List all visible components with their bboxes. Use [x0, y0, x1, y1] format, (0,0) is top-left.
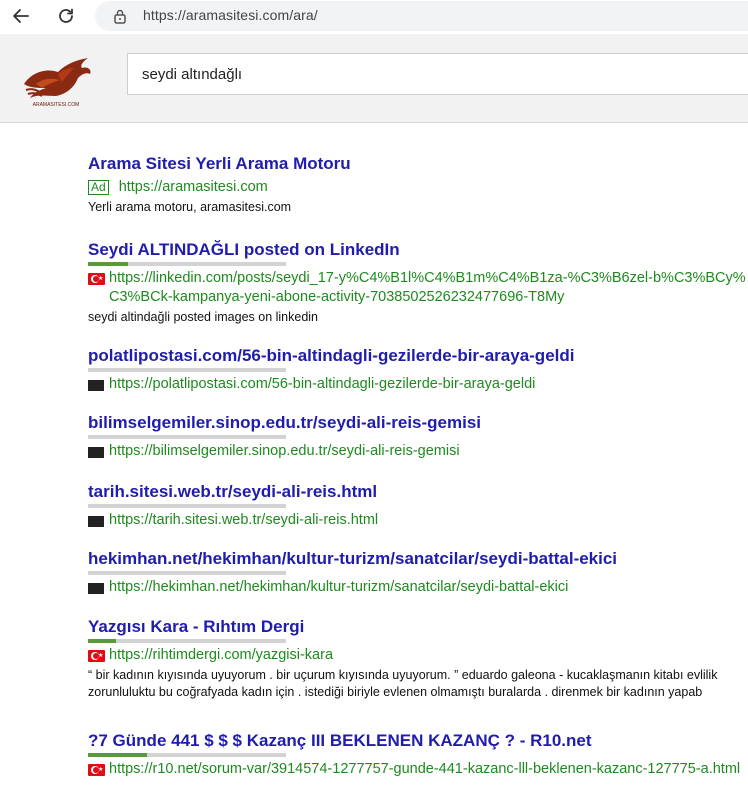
result-item: ?7 Günde 441 $ $ $ Kazanç III BEKLENEN K… [88, 729, 748, 779]
ad-result: Arama Sitesi Yerli Arama Motoru Ad https… [88, 152, 748, 216]
turkey-flag-icon: ★ [88, 273, 105, 285]
result-url-link[interactable]: https://rihtimdergi.com/yazgisi-kara [109, 646, 333, 665]
ad-title-link[interactable]: Arama Sitesi Yerli Arama Motoru [88, 152, 748, 176]
result-snippet: “ bir kadının kıyısında uyuyorum . bir u… [88, 668, 718, 699]
relevance-bar-fill [88, 262, 128, 266]
result-title-link[interactable]: ?7 Günde 441 $ $ $ Kazanç III BEKLENEN K… [88, 729, 748, 753]
relevance-bar [88, 435, 286, 439]
result-title-link[interactable]: Seydi ALTINDAĞLI posted on LinkedIn [88, 238, 748, 262]
logo-text: ARAMASITESI.COM [33, 102, 80, 108]
address-bar-url[interactable]: https://aramasitesi.com/ara/ [143, 7, 318, 23]
browser-toolbar: https://aramasitesi.com/ara/ [0, 0, 748, 32]
result-url-link[interactable]: https://hekimhan.net/hekimhan/kultur-tur… [109, 578, 568, 597]
square-icon [88, 447, 104, 458]
relevance-bar [88, 639, 286, 643]
relevance-bar-fill [88, 753, 148, 757]
site-logo[interactable]: ARAMASITESI.COM [16, 54, 96, 108]
result-url-link[interactable]: https://bilimselgemiler.sinop.edu.tr/sey… [109, 442, 460, 461]
result-url-link[interactable]: https://r10.net/sorum-var/3914574-127775… [109, 760, 740, 779]
relevance-bar [88, 368, 286, 372]
reload-icon[interactable] [54, 4, 78, 28]
turkey-flag-icon: ★ [88, 650, 105, 662]
result-item: tarih.sitesi.web.tr/seydi-ali-reis.html … [88, 480, 748, 530]
site-header: ARAMASITESI.COM [0, 34, 748, 123]
result-title-link[interactable]: bilimselgemiler.sinop.edu.tr/seydi-ali-r… [88, 411, 748, 435]
relevance-bar [88, 571, 286, 575]
ad-snippet: Yerli arama motoru, aramasitesi.com [88, 200, 292, 214]
result-title-link[interactable]: tarih.sitesi.web.tr/seydi-ali-reis.html [88, 480, 748, 504]
result-url-link[interactable]: https://polatlipostasi.com/56-bin-altind… [109, 375, 535, 394]
square-icon [88, 380, 104, 391]
ad-url-link[interactable]: https://aramasitesi.com [119, 178, 268, 197]
result-title-link[interactable]: polatlipostasi.com/56-bin-altindagli-gez… [88, 344, 748, 368]
lock-icon[interactable] [113, 8, 127, 24]
search-input[interactable] [127, 53, 748, 95]
turkey-flag-icon: ★ [88, 764, 105, 776]
result-item: hekimhan.net/hekimhan/kultur-turizm/sana… [88, 547, 748, 597]
relevance-bar [88, 504, 286, 508]
result-item: Yazgısı Kara - Rıhtım Dergi ★ https://ri… [88, 615, 748, 701]
square-icon [88, 516, 104, 527]
result-title-link[interactable]: Yazgısı Kara - Rıhtım Dergi [88, 615, 748, 639]
ad-badge: Ad [88, 180, 109, 195]
relevance-bar-fill [88, 639, 116, 643]
relevance-bar [88, 262, 286, 266]
square-icon [88, 583, 104, 594]
result-snippet: seydi altindağli posted images on linked… [88, 310, 319, 324]
result-item: Seydi ALTINDAĞLI posted on LinkedIn ★ ht… [88, 238, 748, 326]
result-title-link[interactable]: hekimhan.net/hekimhan/kultur-turizm/sana… [88, 547, 748, 571]
result-url-link[interactable]: https://tarih.sitesi.web.tr/seydi-ali-re… [109, 511, 378, 530]
result-item: bilimselgemiler.sinop.edu.tr/seydi-ali-r… [88, 411, 748, 461]
result-item: polatlipostasi.com/56-bin-altindagli-gez… [88, 344, 748, 394]
back-arrow-icon[interactable] [9, 4, 33, 28]
result-url-link[interactable]: https://linkedin.com/posts/seydi_17-y%C4… [109, 269, 748, 307]
relevance-bar [88, 753, 286, 757]
